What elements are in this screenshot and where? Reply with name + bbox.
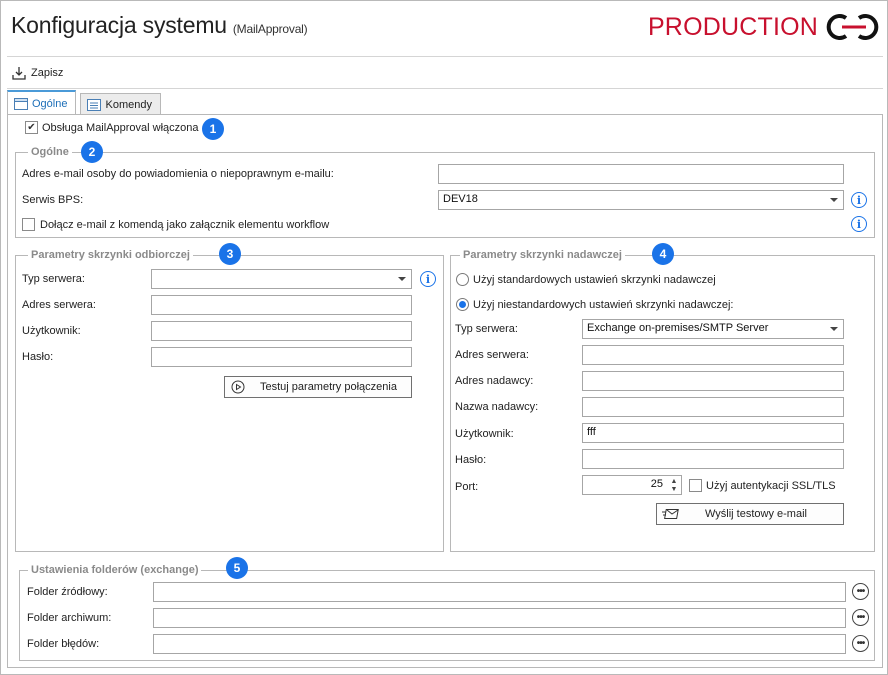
ellipsis-icon[interactable]: ••• [852,583,869,600]
chevron-down-icon [398,277,406,281]
ssl-row: Użyj autentykacji SSL/TLS [689,479,836,492]
badge-2: 2 [81,141,103,163]
bps-value: DEV18 [443,193,478,205]
outbox-password-input[interactable] [582,449,844,469]
brand-logo: PRODUCTION [648,9,884,45]
outbox-server-address-input[interactable] [582,345,844,365]
chevron-down-icon [830,198,838,202]
sender-address-label: Adres nadawcy: [455,375,534,387]
invalid-email-label: Adres e-mail osoby do powiadomienia o ni… [22,168,334,180]
inbox-server-type-select[interactable] [151,269,412,289]
title-subtitle: (MailApproval) [232,22,308,36]
logo-icon [826,14,879,40]
tab-bar: Ogólne Komendy [7,90,161,115]
source-folder-label: Folder źródłowy: [27,586,108,598]
enabled-checkbox[interactable]: ✔ [25,121,38,134]
ellipsis-icon[interactable]: ••• [852,635,869,652]
info-icon[interactable]: i [420,271,436,287]
mail-send-icon [662,509,679,519]
attach-checkbox[interactable] [22,218,35,231]
ssl-checkbox[interactable] [689,479,702,492]
attach-label: Dołącz e-mail z komendą jako załącznik e… [40,218,330,231]
enabled-row: ✔ Obsługa MailApproval włączona [25,121,199,134]
radio-standard[interactable] [456,273,469,286]
archive-folder-input[interactable] [153,608,846,628]
outbox-server-type-label: Typ serwera: [455,323,518,335]
inbox-server-type-label: Typ serwera: [22,273,85,285]
bps-select[interactable]: DEV18 [438,190,844,210]
spin-down-icon[interactable]: ▼ [671,486,678,494]
tab-commands-icon [87,98,102,111]
outbox-user-input[interactable]: fff [582,423,844,443]
send-test-email-label: Wyślij testowy e-mail [705,508,807,520]
title-text: Konfiguracja systemu [11,12,227,38]
radio-standard-label: Użyj standardowych ustawień skrzynki nad… [473,273,716,286]
port-input[interactable]: 25 ▲ ▼ [582,475,682,495]
tab-general-icon [14,97,28,110]
ssl-label: Użyj autentykacji SSL/TLS [706,479,836,492]
outbox-server-type-select[interactable]: Exchange on-premises/SMTP Server [582,319,844,339]
enabled-label: Obsługa MailApproval włączona [42,121,199,134]
radio-custom-label: Użyj niestandardowych ustawień skrzynki … [473,298,734,311]
inbox-server-address-input[interactable] [151,295,412,315]
source-folder-input[interactable] [153,582,846,602]
outbox-password-label: Hasło: [455,454,487,466]
badge-5: 5 [226,557,248,579]
tab-general-label: Ogólne [32,97,68,110]
ellipsis-icon[interactable]: ••• [852,609,869,626]
general-legend: Ogólne [28,146,72,158]
page-title: Konfiguracja systemu (MailApproval) [11,12,308,39]
sender-address-input[interactable] [582,371,844,391]
brand-text: PRODUCTION [647,12,818,41]
save-icon [12,67,26,80]
tab-commands[interactable]: Komendy [80,93,161,115]
inbox-user-label: Użytkownik: [22,325,81,337]
tab-commands-label: Komendy [105,98,152,111]
outbox-server-type-value: Exchange on-premises/SMTP Server [587,322,769,334]
port-value: 25 [650,478,663,490]
radio-standard-row: Użyj standardowych ustawień skrzynki nad… [456,273,716,286]
badge-3: 3 [219,243,241,265]
info-icon[interactable]: i [851,192,867,208]
invalid-email-input[interactable] [438,164,844,184]
test-connection-button[interactable]: Testuj parametry połączenia [224,376,412,398]
port-spinner[interactable]: ▲ ▼ [667,476,681,496]
outbox-user-label: Użytkownik: [455,428,514,440]
bps-label: Serwis BPS: [22,194,84,206]
archive-folder-label: Folder archiwum: [27,612,112,624]
badge-4: 4 [652,243,674,265]
play-icon [231,380,245,394]
info-icon[interactable]: i [851,216,867,232]
radio-custom-row: Użyj niestandardowych ustawień skrzynki … [456,298,733,311]
error-folder-input[interactable] [153,634,846,654]
error-folder-label: Folder błędów: [27,638,100,650]
chevron-down-icon [830,327,838,331]
folders-legend: Ustawienia folderów (exchange) [28,564,202,576]
inbox-legend: Parametry skrzynki odbiorczej [28,249,193,261]
sender-name-input[interactable] [582,397,844,417]
sender-name-label: Nazwa nadawcy: [455,401,539,413]
spin-up-icon[interactable]: ▲ [671,478,678,486]
save-button[interactable]: Zapisz [11,63,63,83]
save-label: Zapisz [31,67,64,79]
radio-custom[interactable] [456,298,469,311]
inbox-user-input[interactable] [151,321,412,341]
test-connection-label: Testuj parametry połączenia [260,381,397,393]
inbox-server-address-label: Adres serwera: [22,299,96,311]
outbox-server-address-label: Adres serwera: [455,349,529,361]
inbox-password-input[interactable] [151,347,412,367]
attach-row: Dołącz e-mail z komendą jako załącznik e… [22,218,329,231]
tab-general[interactable]: Ogólne [7,90,77,115]
inbox-password-label: Hasło: [22,351,54,363]
badge-1: 1 [202,118,224,140]
config-window: Konfiguracja systemu (MailApproval) PRODU… [0,0,888,675]
outbox-legend: Parametry skrzynki nadawczej [460,249,625,261]
send-test-email-button[interactable]: Wyślij testowy e-mail [656,503,844,525]
port-label: Port: [455,481,479,493]
toolbar [7,56,883,89]
